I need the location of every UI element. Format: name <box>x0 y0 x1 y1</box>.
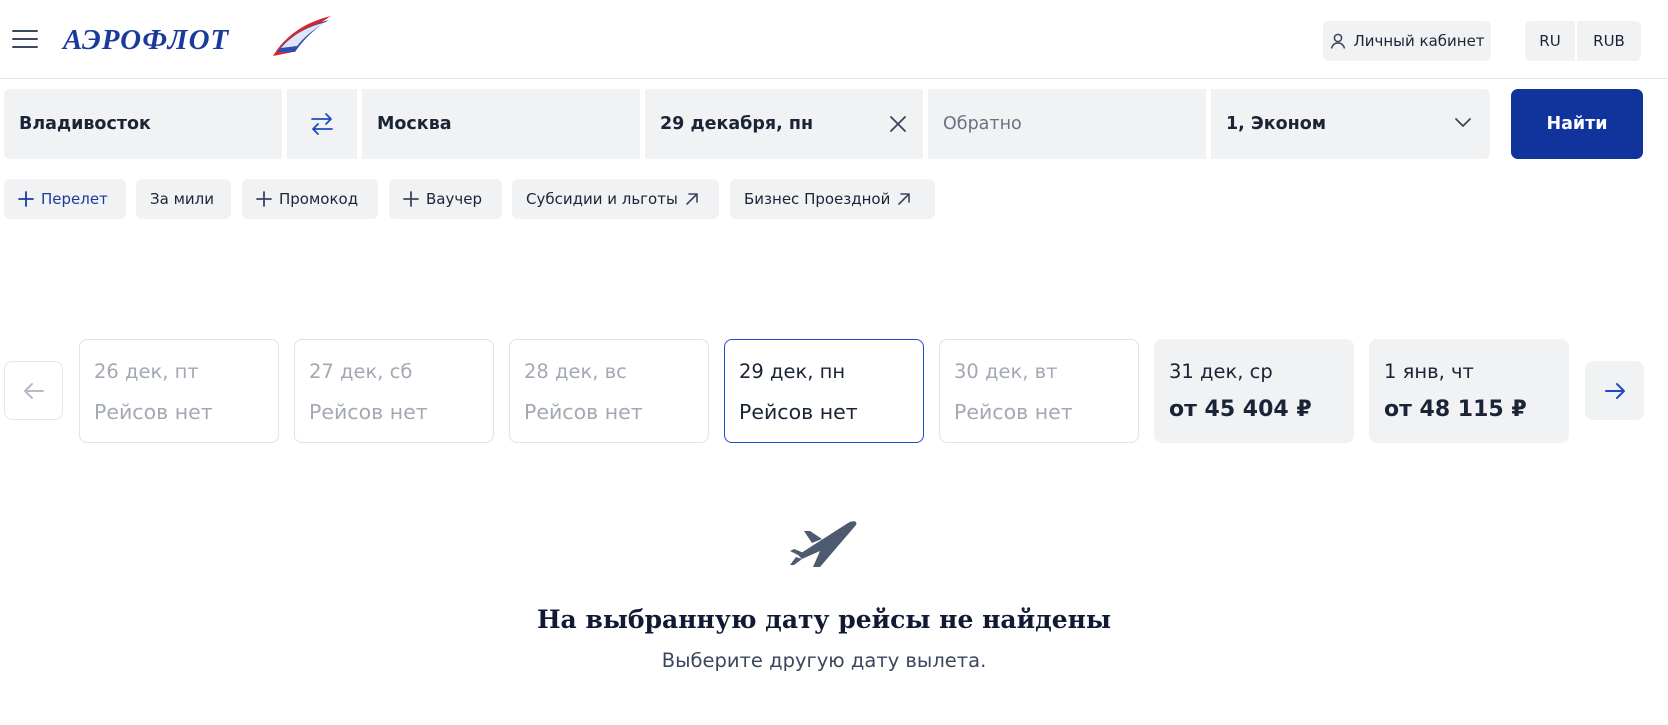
promo-code-label: Промокод <box>279 190 359 208</box>
burger-menu-icon[interactable] <box>12 30 38 50</box>
plus-icon <box>256 191 272 207</box>
plus-icon <box>403 191 419 207</box>
calendar-next-button[interactable] <box>1585 361 1644 420</box>
departure-date-field[interactable]: 29 декабря, пн <box>645 89 923 159</box>
date-card-info: Рейсов нет <box>954 400 1073 424</box>
add-flight-label: Перелет <box>41 190 108 208</box>
miles-label: За мили <box>150 190 214 208</box>
date-card-date: 27 дек, сб <box>309 360 413 383</box>
date-card-info: Рейсов нет <box>94 400 213 424</box>
business-pass-label: Бизнес Проездной <box>744 190 891 208</box>
airplane-icon <box>790 521 857 567</box>
date-card[interactable]: 30 дек, вт Рейсов нет <box>939 339 1139 443</box>
close-icon[interactable] <box>887 113 909 135</box>
destination-field[interactable]: Москва <box>362 89 640 159</box>
return-date-field[interactable]: Обратно <box>928 89 1206 159</box>
account-button[interactable]: Личный кабинет <box>1323 21 1491 61</box>
passengers-class-select[interactable]: 1, Эконом <box>1211 89 1490 159</box>
swap-arrows-icon <box>311 113 333 135</box>
voucher-label: Ваучер <box>426 190 482 208</box>
date-card-date: 31 дек, ср <box>1169 360 1273 383</box>
return-date-placeholder: Обратно <box>943 114 1022 134</box>
empty-state-subtitle: Выберите другую дату вылета. <box>661 649 987 672</box>
chevron-down-icon <box>1455 118 1471 127</box>
locale-switcher: RU RUB <box>1525 21 1641 61</box>
promo-code-chip[interactable]: Промокод <box>242 179 378 219</box>
swap-button[interactable] <box>287 89 357 159</box>
subsidies-chip[interactable]: Субсидии и льготы <box>512 179 719 219</box>
date-card-selected[interactable]: 29 дек, пн Рейсов нет <box>724 339 924 443</box>
miles-chip[interactable]: За мили <box>136 179 231 219</box>
date-card-date: 28 дек, вс <box>524 360 627 383</box>
origin-field[interactable]: Владивосток <box>4 89 282 159</box>
date-card-info: Рейсов нет <box>524 400 643 424</box>
arrow-left-icon <box>23 382 44 399</box>
date-card[interactable]: 1 янв, чт от 48 115 ₽ <box>1369 339 1569 443</box>
user-icon <box>1331 33 1346 49</box>
date-card-price: от 48 115 ₽ <box>1384 397 1527 422</box>
date-card[interactable]: 27 дек, сб Рейсов нет <box>294 339 494 443</box>
aeroflot-logo[interactable]: АЭРОФЛОТ <box>63 22 229 58</box>
business-pass-chip[interactable]: Бизнес Проездной <box>730 179 935 219</box>
date-card-price: от 45 404 ₽ <box>1169 397 1312 422</box>
date-card[interactable]: 31 дек, ср от 45 404 ₽ <box>1154 339 1354 443</box>
date-card-info: Рейсов нет <box>309 400 428 424</box>
logo-wing-icon <box>273 16 331 56</box>
currency-button[interactable]: RUB <box>1577 21 1641 61</box>
voucher-chip[interactable]: Ваучер <box>389 179 502 219</box>
date-card-date: 1 янв, чт <box>1384 360 1474 383</box>
plus-icon <box>18 191 34 207</box>
arrow-up-right-icon <box>686 193 698 205</box>
departure-date-value: 29 декабря, пн <box>660 114 814 134</box>
destination-value: Москва <box>377 114 452 134</box>
date-card-date: 26 дек, пт <box>94 360 199 383</box>
add-flight-chip[interactable]: Перелет <box>4 179 126 219</box>
passengers-class-value: 1, Эконом <box>1226 114 1327 134</box>
date-card-info: Рейсов нет <box>739 400 858 424</box>
date-card-date: 29 дек, пн <box>739 360 846 383</box>
subsidies-label: Субсидии и льготы <box>526 190 678 208</box>
date-card[interactable]: 26 дек, пт Рейсов нет <box>79 339 279 443</box>
calendar-prev-button[interactable] <box>4 361 63 420</box>
origin-value: Владивосток <box>19 114 151 134</box>
arrow-up-right-icon <box>898 193 911 205</box>
date-card[interactable]: 28 дек, вс Рейсов нет <box>509 339 709 443</box>
date-card-date: 30 дек, вт <box>954 360 1058 383</box>
empty-state-title: На выбранную дату рейсы не найдены <box>536 605 1112 634</box>
search-submit-button[interactable]: Найти <box>1511 89 1643 159</box>
site-header: АЭРОФЛОТ Личный кабинет RU RUB <box>0 0 1668 79</box>
account-label: Личный кабинет <box>1353 32 1485 50</box>
language-button[interactable]: RU <box>1525 21 1575 61</box>
arrow-right-icon <box>1604 382 1625 399</box>
